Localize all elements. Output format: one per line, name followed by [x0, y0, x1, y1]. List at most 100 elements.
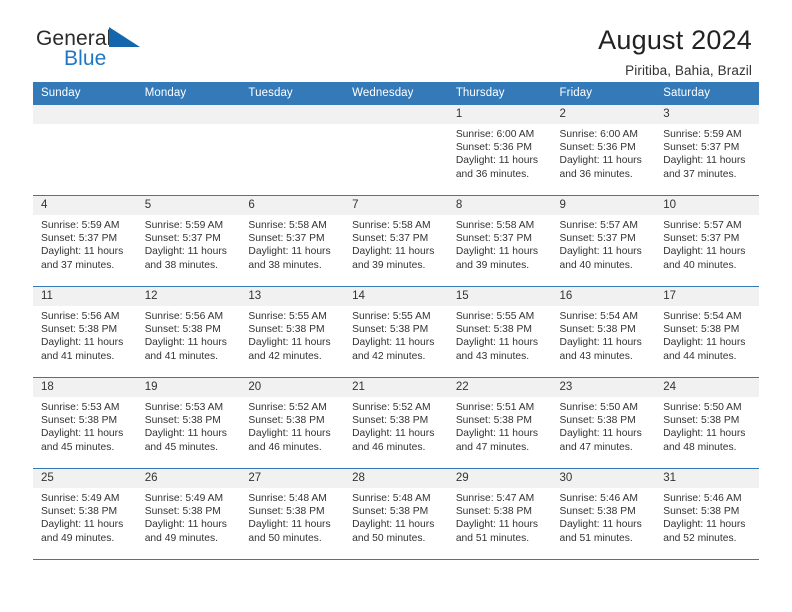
daylight-duration-line1: Daylight: 11 hours	[559, 246, 642, 258]
day-details: Sunrise: 5:54 AM Sunset: 5:38 PM Daylight:…	[552, 306, 656, 363]
calendar-day-cell[interactable]: 11 Sunrise: 5:56 AM Sunset: 5:38 PM Dayligh…	[33, 286, 137, 378]
calendar-day-cell[interactable]: 20 Sunrise: 5:52 AM Sunset: 5:38 PM Dayligh…	[240, 377, 345, 469]
day-details: Sunrise: 5:54 AM Sunset: 5:38 PM Daylight:…	[655, 306, 759, 363]
day-details: Sunrise: 5:59 AM Sunset: 5:37 PM Daylight:…	[655, 124, 759, 181]
calendar-day-cell[interactable]: 23 Sunrise: 5:50 AM Sunset: 5:38 PM Dayligh…	[551, 377, 656, 469]
calendar-body: 1 Sunrise: 6:00 AM Sunset: 5:36 PM Daylight…	[33, 105, 759, 560]
daylight-duration-line2: and 45 minutes.	[144, 441, 218, 453]
sunset-time: Sunset: 5:38 PM	[41, 506, 118, 518]
day-cell-content: 15 Sunrise: 5:55 AM Sunset: 5:38 PM Dayligh…	[447, 287, 552, 377]
sunset-time: Sunset: 5:38 PM	[663, 506, 740, 518]
day-number: 27	[240, 469, 345, 488]
daylight-duration-line1: Daylight: 11 hours	[248, 519, 331, 531]
logo-text-blue: Blue	[64, 47, 107, 70]
calendar-day-cell[interactable]: 22 Sunrise: 5:51 AM Sunset: 5:38 PM Dayligh…	[447, 377, 552, 469]
daylight-duration-line2: and 36 minutes.	[455, 168, 530, 180]
calendar-day-cell[interactable]: 7 Sunrise: 5:58 AM Sunset: 5:37 PM Daylight…	[344, 195, 448, 287]
calendar-day-cell[interactable]: 30 Sunrise: 5:46 AM Sunset: 5:38 PM Dayligh…	[551, 468, 656, 560]
daylight-duration-line2: and 38 minutes.	[248, 259, 322, 271]
day-number: 1	[447, 105, 552, 124]
calendar-day-cell[interactable]: 28 Sunrise: 5:48 AM Sunset: 5:38 PM Dayligh…	[344, 468, 448, 560]
sunset-time: Sunset: 5:37 PM	[144, 233, 221, 245]
daylight-duration-line1: Daylight: 11 hours	[248, 428, 331, 440]
calendar-day-cell[interactable]: 6 Sunrise: 5:58 AM Sunset: 5:37 PM Daylight…	[240, 195, 345, 287]
calendar-day-cell[interactable]: 14 Sunrise: 5:55 AM Sunset: 5:38 PM Dayligh…	[344, 286, 448, 378]
sunrise-time: Sunrise: 5:57 AM	[663, 220, 742, 231]
weekday-header-sunday: Sunday	[33, 82, 137, 105]
day-number: 31	[655, 469, 759, 488]
day-details: Sunrise: 5:58 AM Sunset: 5:37 PM Daylight:…	[240, 215, 344, 272]
daylight-duration-line1: Daylight: 11 hours	[144, 519, 227, 531]
weekday-header-thursday: Thursday	[447, 82, 552, 105]
daylight-duration-line1: Daylight: 11 hours	[352, 519, 435, 531]
calendar-day-cell[interactable]: 5 Sunrise: 5:59 AM Sunset: 5:37 PM Daylight…	[136, 195, 241, 287]
sunset-time: Sunset: 5:38 PM	[455, 324, 532, 336]
daylight-duration-line2: and 39 minutes.	[455, 259, 530, 271]
daylight-duration-line2: and 51 minutes.	[559, 532, 633, 544]
calendar-day-cell[interactable]: 13 Sunrise: 5:55 AM Sunset: 5:38 PM Dayligh…	[240, 286, 345, 378]
calendar-day-cell[interactable]: 19 Sunrise: 5:53 AM Sunset: 5:38 PM Dayligh…	[136, 377, 241, 469]
daylight-duration-line1: Daylight: 11 hours	[352, 337, 435, 349]
sunrise-time: Sunrise: 5:50 AM	[663, 402, 742, 413]
daylight-duration-line1: Daylight: 11 hours	[248, 246, 331, 258]
daylight-duration-line2: and 52 minutes.	[663, 532, 737, 544]
sunset-time: Sunset: 5:37 PM	[559, 233, 636, 245]
sunset-time: Sunset: 5:38 PM	[455, 506, 532, 518]
calendar-day-cell[interactable]: 16 Sunrise: 5:54 AM Sunset: 5:38 PM Dayligh…	[551, 286, 656, 378]
calendar-day-cell[interactable]: 15 Sunrise: 5:55 AM Sunset: 5:38 PM Dayligh…	[447, 286, 552, 378]
daylight-duration-line2: and 46 minutes.	[248, 441, 322, 453]
sunset-time: Sunset: 5:38 PM	[248, 324, 325, 336]
day-cell-content: 27 Sunrise: 5:48 AM Sunset: 5:38 PM Dayligh…	[240, 469, 345, 559]
calendar-day-cell-empty	[240, 105, 345, 196]
day-details: Sunrise: 5:56 AM Sunset: 5:38 PM Daylight:…	[137, 306, 241, 363]
sunset-time: Sunset: 5:38 PM	[455, 415, 532, 427]
calendar-page: General Blue August 2024 Piritiba, Bahia…	[0, 0, 792, 612]
calendar-day-cell[interactable]: 25 Sunrise: 5:49 AM Sunset: 5:38 PM Dayligh…	[33, 468, 137, 560]
day-number	[136, 105, 241, 124]
sunrise-time: Sunrise: 5:55 AM	[455, 311, 535, 322]
day-number: 24	[655, 378, 759, 397]
day-details: Sunrise: 5:55 AM Sunset: 5:38 PM Daylight:…	[240, 306, 344, 363]
calendar-day-cell[interactable]: 18 Sunrise: 5:53 AM Sunset: 5:38 PM Dayligh…	[33, 377, 137, 469]
blue-triangle-flag-icon	[109, 27, 140, 47]
sunset-time: Sunset: 5:38 PM	[144, 506, 221, 518]
general-blue-logo[interactable]: General Blue	[36, 26, 151, 74]
day-cell-content: 23 Sunrise: 5:50 AM Sunset: 5:38 PM Dayligh…	[551, 378, 656, 468]
sunrise-time: Sunrise: 5:48 AM	[352, 493, 431, 504]
calendar-day-cell-empty	[136, 105, 241, 196]
day-details: Sunrise: 5:46 AM Sunset: 5:38 PM Daylight:…	[552, 488, 656, 545]
sunset-time: Sunset: 5:38 PM	[559, 324, 636, 336]
sunrise-time: Sunrise: 5:58 AM	[352, 220, 431, 231]
day-details: Sunrise: 5:48 AM Sunset: 5:38 PM Daylight:…	[344, 488, 448, 545]
day-details: Sunrise: 6:00 AM Sunset: 5:36 PM Daylight:…	[552, 124, 656, 181]
daylight-duration-line1: Daylight: 11 hours	[559, 337, 642, 349]
calendar-day-cell[interactable]: 17 Sunrise: 5:54 AM Sunset: 5:38 PM Dayligh…	[655, 286, 759, 378]
daylight-duration-line2: and 43 minutes.	[559, 350, 633, 362]
day-details: Sunrise: 5:50 AM Sunset: 5:38 PM Daylight:…	[655, 397, 759, 454]
calendar-day-cell[interactable]: 31 Sunrise: 5:46 AM Sunset: 5:38 PM Dayligh…	[655, 468, 759, 560]
calendar-day-cell[interactable]: 27 Sunrise: 5:48 AM Sunset: 5:38 PM Dayligh…	[240, 468, 345, 560]
day-cell-content	[240, 105, 345, 195]
calendar-day-cell[interactable]: 12 Sunrise: 5:56 AM Sunset: 5:38 PM Dayligh…	[136, 286, 241, 378]
daylight-duration-line1: Daylight: 11 hours	[559, 428, 642, 440]
daylight-duration-line1: Daylight: 11 hours	[455, 337, 539, 349]
day-cell-content	[344, 105, 448, 195]
day-cell-content: 28 Sunrise: 5:48 AM Sunset: 5:38 PM Dayligh…	[344, 469, 448, 559]
calendar-day-cell[interactable]: 1 Sunrise: 6:00 AM Sunset: 5:36 PM Daylight…	[447, 105, 552, 196]
calendar-day-cell[interactable]: 21 Sunrise: 5:52 AM Sunset: 5:38 PM Dayligh…	[344, 377, 448, 469]
day-number: 4	[33, 196, 137, 215]
calendar-day-cell[interactable]: 9 Sunrise: 5:57 AM Sunset: 5:37 PM Daylight…	[551, 195, 656, 287]
calendar-day-cell[interactable]: 26 Sunrise: 5:49 AM Sunset: 5:38 PM Dayligh…	[136, 468, 241, 560]
calendar-day-cell[interactable]: 29 Sunrise: 5:47 AM Sunset: 5:38 PM Dayligh…	[447, 468, 552, 560]
calendar-day-cell[interactable]: 24 Sunrise: 5:50 AM Sunset: 5:38 PM Dayligh…	[655, 377, 759, 469]
calendar-day-cell[interactable]: 2 Sunrise: 6:00 AM Sunset: 5:36 PM Daylight…	[551, 105, 656, 196]
calendar-day-cell[interactable]: 4 Sunrise: 5:59 AM Sunset: 5:37 PM Daylight…	[33, 195, 137, 287]
calendar-day-cell[interactable]: 10 Sunrise: 5:57 AM Sunset: 5:37 PM Dayligh…	[655, 195, 759, 287]
sunset-time: Sunset: 5:38 PM	[248, 415, 325, 427]
daylight-duration-line1: Daylight: 11 hours	[663, 246, 746, 258]
weekday-header-friday: Friday	[551, 82, 656, 105]
day-details: Sunrise: 5:49 AM Sunset: 5:38 PM Daylight:…	[33, 488, 137, 545]
calendar-day-cell[interactable]: 3 Sunrise: 5:59 AM Sunset: 5:37 PM Daylight…	[655, 105, 759, 196]
calendar-day-cell[interactable]: 8 Sunrise: 5:58 AM Sunset: 5:37 PM Daylight…	[447, 195, 552, 287]
daylight-duration-line2: and 40 minutes.	[559, 259, 633, 271]
